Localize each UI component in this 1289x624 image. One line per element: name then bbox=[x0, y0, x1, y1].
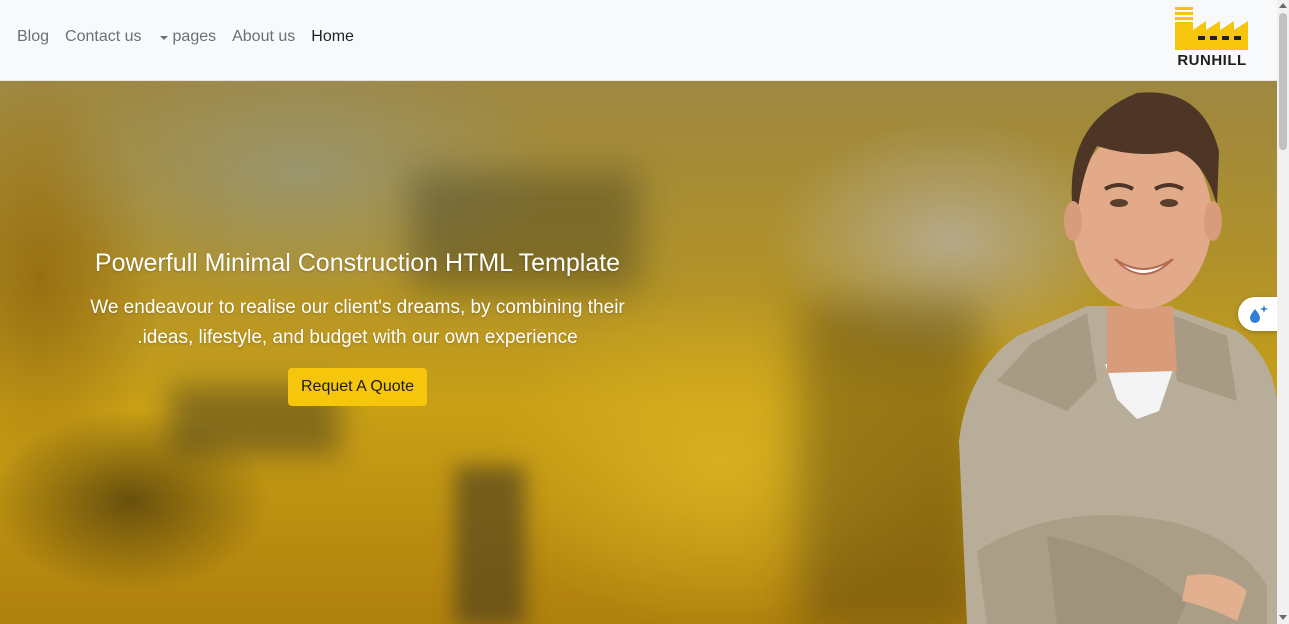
hero-content: Powerfull Minimal Construction HTML Temp… bbox=[60, 246, 655, 406]
scrollbar-thumb[interactable] bbox=[1279, 13, 1287, 150]
nav-dropdown-label: pages bbox=[172, 28, 217, 45]
scrollbar[interactable] bbox=[1277, 0, 1289, 624]
request-quote-button[interactable]: Requet A Quote bbox=[288, 368, 427, 406]
nav-dropdown-pages[interactable]: pages bbox=[159, 27, 217, 47]
floating-widget-button[interactable] bbox=[1238, 297, 1277, 331]
nav-link-contact-us[interactable]: Contact us bbox=[65, 27, 141, 47]
droplet-sparkle-icon bbox=[1249, 305, 1268, 323]
nav-links: Blog Contact us pages About us Home bbox=[17, 27, 370, 47]
nav-link-about-us[interactable]: About us bbox=[232, 27, 295, 47]
worker-image bbox=[959, 92, 1277, 624]
hero-title: Powerfull Minimal Construction HTML Temp… bbox=[94, 249, 621, 277]
hero-description-line: We endeavour to realise our client's dre… bbox=[90, 297, 625, 318]
hero-description: We endeavour to realise our client's dre… bbox=[60, 293, 655, 353]
factory-icon bbox=[1175, 7, 1248, 50]
caret-down-icon bbox=[159, 35, 168, 40]
scroll-down-arrow-icon[interactable] bbox=[1279, 615, 1287, 620]
navbar: Blog Contact us pages About us Home RUNH… bbox=[0, 0, 1277, 81]
logo[interactable]: RUNHILL bbox=[1174, 6, 1250, 70]
nav-link-home[interactable]: Home bbox=[311, 27, 354, 47]
hero-banner: Powerfull Minimal Construction HTML Temp… bbox=[0, 81, 1277, 624]
hero-description-line: ideas, lifestyle, and budget with our ow… bbox=[137, 327, 578, 348]
scroll-up-arrow-icon[interactable] bbox=[1279, 3, 1287, 8]
nav-link-blog[interactable]: Blog bbox=[17, 27, 49, 47]
logo-text: RUNHILL bbox=[1177, 52, 1247, 69]
